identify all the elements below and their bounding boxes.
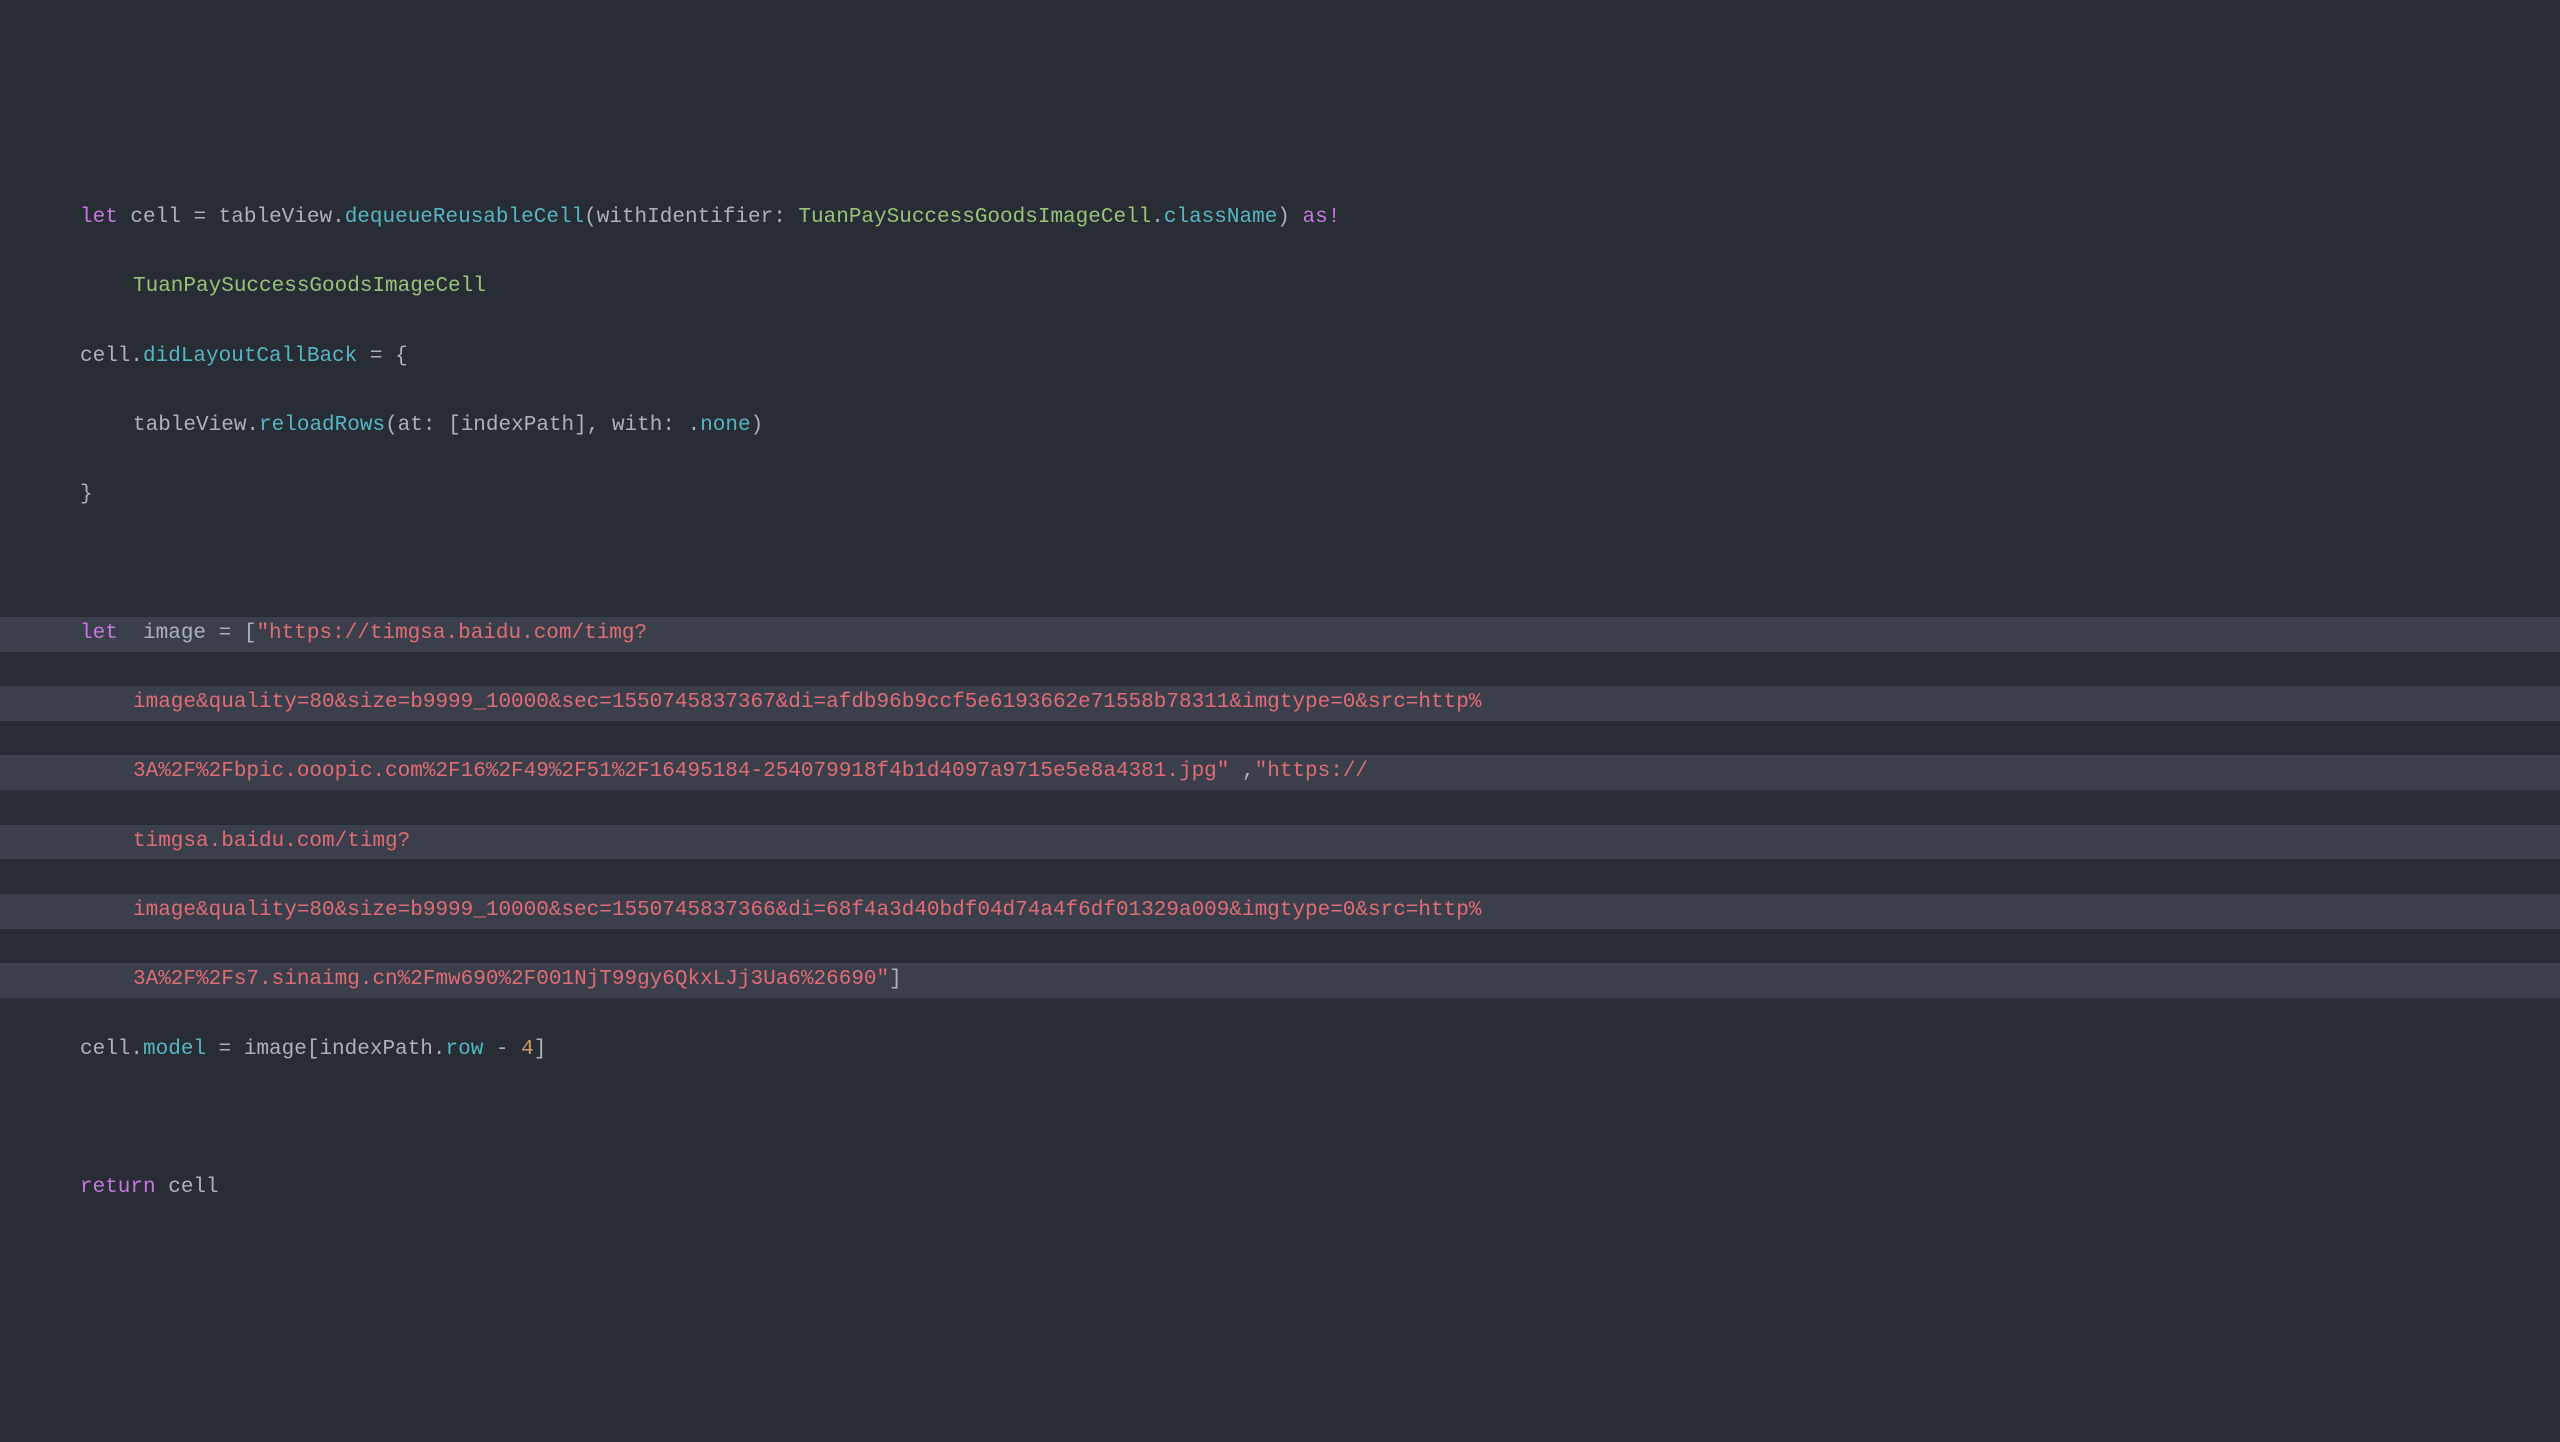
- param-label: with: [612, 414, 662, 437]
- code-line: return cell: [0, 1171, 2560, 1206]
- string-literal: timgsa.baidu.com/timg?: [133, 830, 410, 853]
- punctuation: (: [385, 414, 398, 437]
- code-line-highlighted: timgsa.baidu.com/timg?: [0, 825, 2560, 860]
- keyword-let: let: [80, 206, 130, 229]
- punctuation: : .: [662, 414, 700, 437]
- method-call: dequeueReusableCell: [345, 206, 584, 229]
- code-line-empty: [0, 548, 2560, 583]
- code-line: tableView.reloadRows(at: [indexPath], wi…: [0, 409, 2560, 444]
- string-literal: 3A%2F%2Fs7.sinaimg.cn%2Fmw690%2F001NjT99…: [133, 968, 889, 991]
- enum-case: none: [700, 414, 750, 437]
- punctuation: ]: [889, 968, 902, 991]
- punctuation: .: [1151, 206, 1164, 229]
- code-editor[interactable]: let cell = tableView.dequeueReusableCell…: [0, 167, 2560, 1241]
- punctuation: (: [584, 206, 597, 229]
- code-line-empty: [0, 1102, 2560, 1137]
- identifier: image = [: [130, 622, 256, 645]
- param-label: at: [398, 414, 423, 437]
- code-line-highlighted: 3A%2F%2Fs7.sinaimg.cn%2Fmw690%2F001NjT99…: [0, 963, 2560, 998]
- identifier: tableView.: [133, 414, 259, 437]
- punctuation: ]: [534, 1038, 547, 1061]
- string-literal: 3A%2F%2Fbpic.ooopic.com%2F16%2F49%2F51%2…: [133, 760, 1229, 783]
- property: didLayoutCallBack: [143, 345, 357, 368]
- code-line: cell.model = image[indexPath.row - 4]: [0, 1033, 2560, 1068]
- operator: = {: [357, 345, 407, 368]
- keyword-as: as!: [1290, 206, 1340, 229]
- keyword-let: let: [80, 622, 130, 645]
- identifier: tableView.: [219, 206, 345, 229]
- operator: -: [483, 1038, 521, 1061]
- punctuation: :: [773, 206, 798, 229]
- punctuation: : [: [423, 414, 461, 437]
- number-literal: 4: [521, 1038, 534, 1061]
- param-label: withIdentifier: [597, 206, 773, 229]
- operator: =: [181, 206, 219, 229]
- string-literal: "https://timgsa.baidu.com/timg?: [256, 622, 647, 645]
- code-line-highlighted: image&quality=80&size=b9999_10000&sec=15…: [0, 686, 2560, 721]
- code-line-highlighted: image&quality=80&size=b9999_10000&sec=15…: [0, 894, 2560, 929]
- code-line-highlighted: let image = ["https://timgsa.baidu.com/t…: [0, 617, 2560, 652]
- identifier: cell.: [80, 1038, 143, 1061]
- type-name: TuanPaySuccessGoodsImageCell: [133, 275, 486, 298]
- type-name: TuanPaySuccessGoodsImageCell: [798, 206, 1151, 229]
- identifier: cell.: [80, 345, 143, 368]
- punctuation: ): [751, 414, 764, 437]
- identifier: cell: [156, 1176, 219, 1199]
- code-line: TuanPaySuccessGoodsImageCell: [0, 270, 2560, 305]
- property: row: [445, 1038, 483, 1061]
- punctuation: ): [1277, 206, 1290, 229]
- method-call: reloadRows: [259, 414, 385, 437]
- property: className: [1164, 206, 1277, 229]
- punctuation: ,: [1229, 760, 1254, 783]
- code-line: cell.didLayoutCallBack = {: [0, 340, 2560, 375]
- keyword-return: return: [80, 1176, 156, 1199]
- code-line: }: [0, 478, 2560, 513]
- code-line-highlighted: 3A%2F%2Fbpic.ooopic.com%2F16%2F49%2F51%2…: [0, 755, 2560, 790]
- identifier: cell: [130, 206, 180, 229]
- punctuation: ],: [574, 414, 612, 437]
- string-literal: image&quality=80&size=b9999_10000&sec=15…: [133, 691, 1481, 714]
- identifier: indexPath: [461, 414, 574, 437]
- property: model: [143, 1038, 206, 1061]
- code-line: let cell = tableView.dequeueReusableCell…: [0, 201, 2560, 236]
- string-literal: "https://: [1255, 760, 1368, 783]
- operator: = image[indexPath.: [206, 1038, 445, 1061]
- brace: }: [80, 483, 93, 506]
- string-literal: image&quality=80&size=b9999_10000&sec=15…: [133, 899, 1481, 922]
